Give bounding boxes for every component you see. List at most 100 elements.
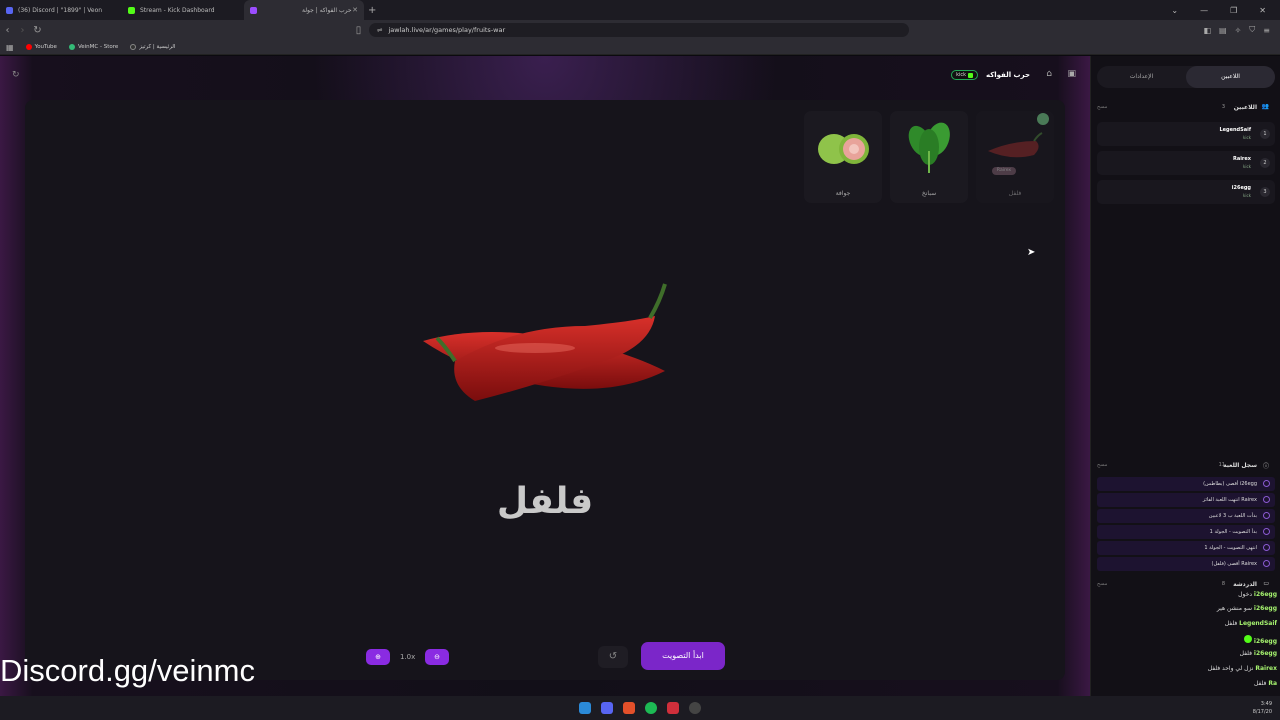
current-word: فلفل	[496, 481, 594, 522]
tab-settings[interactable]: الإعدادات	[1097, 66, 1186, 88]
clear-chat-button[interactable]: مسح	[1097, 581, 1107, 587]
chat-message: Rairex نزل لي واحد فلفل	[1208, 665, 1277, 672]
apps-icon[interactable]: ▦	[6, 43, 14, 52]
option-name: جوافة	[835, 190, 851, 197]
forward-button[interactable]: ›	[15, 25, 30, 36]
player-row[interactable]: Rairex kick 2	[1097, 151, 1275, 175]
player-platform: kick	[1243, 164, 1251, 169]
clear-log-button[interactable]: مسح	[1097, 462, 1107, 468]
bookmark-home[interactable]: الرئيسية | كرتيز	[130, 44, 175, 50]
chat-user: i26egg	[1253, 638, 1277, 645]
chat-text: نزل لي واحد فلفل	[1207, 665, 1254, 672]
player-row[interactable]: i26egg kick 3	[1097, 180, 1275, 204]
bookmarks-bar: ▦ YouTube VeinMC - Store الرئيسية | كرتي…	[0, 40, 1280, 55]
wallet-icon[interactable]: ▤	[1219, 26, 1227, 35]
option-card-guava[interactable]: جوافة	[804, 111, 882, 203]
window-controls: ⌄ — ❐ ✕	[1171, 0, 1280, 20]
minimize-button[interactable]: —	[1200, 6, 1208, 15]
chat-message: i26egg دخول	[1238, 591, 1277, 598]
tab-fruits-war[interactable]: حرب الفواكه | جولة ✕	[244, 0, 364, 20]
brave-taskbar-icon[interactable]	[623, 702, 635, 714]
bookmark-label: VeinMC - Store	[77, 44, 119, 50]
bookmark-label: YouTube	[34, 44, 57, 50]
chat-message: Ra فلفل	[1254, 680, 1277, 687]
windows-start-icon[interactable]	[579, 702, 591, 714]
chat-user: i26egg	[1253, 605, 1277, 612]
log-text: بدأ التصويت - الجولة 1	[1209, 529, 1257, 535]
extensions-icon[interactable]: ✧	[1235, 26, 1242, 35]
bookmark-veinmc[interactable]: VeinMC - Store	[68, 44, 119, 50]
url-text: jawlah.live/ar/games/play/fruits-war	[388, 26, 506, 34]
zoom-level: 1.0x	[400, 653, 416, 661]
chat-text: سو منشن هير	[1216, 605, 1252, 612]
tab-kick-dashboard[interactable]: Stream - Kick Dashboard	[122, 0, 244, 20]
close-tab-icon[interactable]: ✕	[352, 6, 358, 14]
tab-label: (36) Discord | "1899" | Veon	[18, 6, 103, 14]
spotify-taskbar-icon[interactable]	[645, 702, 657, 714]
menu-icon[interactable]: ≡	[1263, 26, 1270, 35]
address-bar-row: ‹ › ↻ ▯ ⇌ jawlah.live/ar/games/play/frui…	[0, 20, 1280, 40]
player-rank: 2	[1260, 158, 1270, 168]
player-name: Rairex	[1232, 156, 1251, 162]
bookmark-label: الرئيسية | كرتيز	[139, 44, 176, 50]
os-taskbar: 3:49 8/17/20	[0, 696, 1280, 720]
player-rank: 3	[1260, 187, 1270, 197]
log-text: Rairex انتهت اللعبة الفائز	[1202, 497, 1257, 503]
chat-message: i26egg سو منشن هير	[1217, 605, 1277, 612]
game-header: ↻ ▣ ⌂ حرب الفواكه kick	[0, 56, 1090, 96]
chat-message: i26egg فلفل	[1240, 650, 1277, 657]
players-count: 3	[1221, 104, 1225, 110]
system-tray-clock[interactable]: 3:49 8/17/20	[1253, 700, 1272, 716]
chat-emote-icon	[1244, 635, 1252, 643]
bookmark-youtube[interactable]: YouTube	[25, 44, 57, 50]
voter-chip: Rairex	[992, 167, 1016, 175]
reload-button[interactable]: ↻	[30, 25, 45, 36]
option-card-spinach[interactable]: سبانخ	[890, 111, 968, 203]
info-icon: ⓘ	[1262, 463, 1269, 470]
log-text: انتهى التصويت - الجولة 1	[1204, 545, 1257, 551]
jawlah-icon	[250, 6, 257, 14]
chat-user: LegendSaif	[1239, 620, 1277, 627]
players-section-title: اللاعبين	[1233, 104, 1257, 111]
back-button[interactable]: ‹	[0, 25, 15, 36]
log-item: انتهى التصويت - الجولة 1	[1097, 541, 1275, 555]
home-icon[interactable]: ⌂	[1046, 69, 1052, 79]
obs-taskbar-icon[interactable]	[689, 702, 701, 714]
site-info-icon[interactable]: ⇌	[377, 26, 382, 34]
chili-pepper-image	[423, 283, 667, 401]
chat-section-title: الدردشة	[1233, 581, 1257, 588]
log-icon	[1263, 512, 1270, 519]
sidebar-toggle-icon[interactable]: ▣	[1067, 69, 1076, 79]
log-icon	[1263, 496, 1270, 503]
url-field[interactable]: ⇌ jawlah.live/ar/games/play/fruits-war	[369, 23, 909, 37]
chat-text: فلفل	[1239, 650, 1252, 657]
reset-button[interactable]: ↺	[598, 646, 628, 668]
zoom-out-button[interactable]: ⊖	[425, 649, 449, 665]
refresh-icon[interactable]: ↻	[12, 70, 20, 80]
start-vote-button[interactable]: ابدأ التصويت	[641, 642, 725, 670]
player-row[interactable]: LegendSaif kick 1	[1097, 122, 1275, 146]
maximize-button[interactable]: ❐	[1230, 6, 1237, 15]
tab-label: Stream - Kick Dashboard	[140, 6, 215, 14]
app-taskbar-icon[interactable]	[667, 702, 679, 714]
game-page: ↻ ▣ ⌂ حرب الفواكه kick جوافة سبانخ Raire…	[0, 56, 1280, 696]
status-indicator-icon[interactable]	[1037, 113, 1049, 125]
log-icon	[1263, 544, 1270, 551]
discord-taskbar-icon[interactable]	[601, 702, 613, 714]
zoom-in-button[interactable]: ⊕	[366, 649, 390, 665]
clear-players-button[interactable]: مسح	[1097, 104, 1107, 110]
tab-players[interactable]: اللاعبين	[1186, 66, 1275, 88]
chat-user: Ra	[1268, 680, 1277, 687]
new-tab-button[interactable]: +	[368, 5, 376, 16]
site-icon	[130, 44, 137, 50]
shield-icon[interactable]: ⛉	[1249, 25, 1255, 35]
tab-discord[interactable]: (36) Discord | "1899" | Veon	[0, 0, 122, 20]
bookmark-icon[interactable]: ▯	[351, 25, 366, 36]
close-window-button[interactable]: ✕	[1259, 6, 1266, 15]
tab-search-icon[interactable]: ⌄	[1171, 6, 1178, 15]
log-icon	[1263, 560, 1270, 567]
log-item: Rairex انتهت اللعبة الفائز	[1097, 493, 1275, 507]
clock-time: 3:49	[1260, 701, 1272, 707]
sidebar-tabs: الإعدادات اللاعبين	[1097, 66, 1275, 88]
sidebar-icon[interactable]: ◧	[1203, 26, 1211, 35]
